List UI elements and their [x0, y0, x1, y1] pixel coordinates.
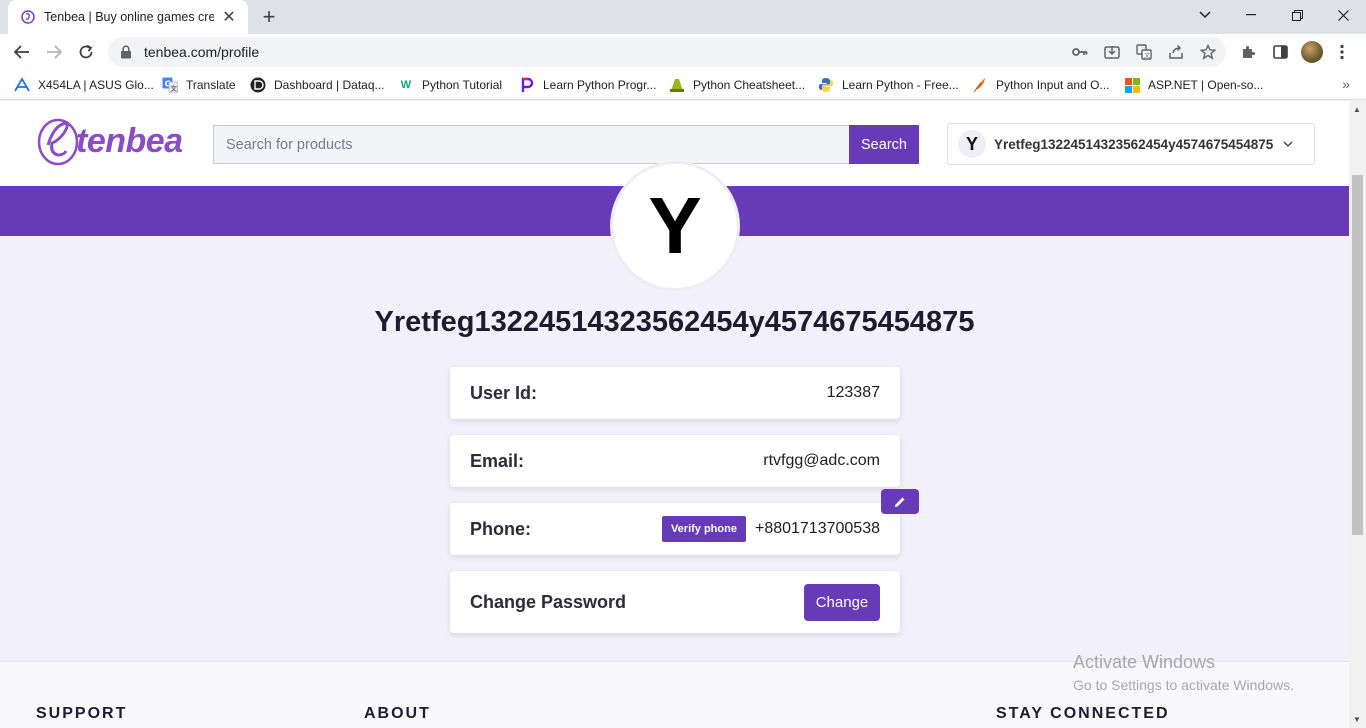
scrollbar-thumb[interactable] — [1352, 175, 1363, 535]
reload-icon[interactable] — [72, 38, 100, 66]
key-icon[interactable] — [1070, 42, 1090, 62]
bookmark-item[interactable]: Learn Python Progr... — [519, 76, 656, 94]
bookmark-label: Dashboard | Dataq... — [274, 78, 385, 92]
programiz-icon — [519, 77, 535, 93]
verify-phone-button[interactable]: Verify phone — [661, 516, 746, 542]
cheatsheet-icon — [669, 77, 685, 93]
email-label: Email: — [470, 450, 525, 471]
back-icon[interactable] — [8, 38, 36, 66]
footer-support-heading: SUPPORT — [36, 705, 128, 722]
bookmark-label: Python Input and O... — [996, 78, 1110, 92]
bookmark-item[interactable]: Dashboard | Dataq... — [250, 76, 385, 94]
footer-stay-connected-heading: STAY CONNECTED — [996, 705, 1170, 722]
w3schools-icon: W — [400, 79, 412, 91]
phone-label: Phone: — [470, 518, 531, 539]
account-name: Yretfeg13224514323562454y4574675454875 — [994, 136, 1274, 152]
bookmark-item[interactable]: W Python Tutorial — [398, 76, 502, 94]
browser-profile-avatar[interactable] — [1301, 41, 1323, 63]
page-scrollbar[interactable]: ▲ ▼ — [1349, 101, 1366, 728]
bookmarks-bar: X454LA | ASUS Glo... G文 Translate Dashbo… — [0, 70, 1366, 100]
activate-windows-watermark: Activate Windows Go to Settings to activ… — [1073, 652, 1294, 693]
scroll-down-icon[interactable]: ▼ — [1353, 715, 1361, 724]
translate-page-icon[interactable]: 文 — [1134, 42, 1154, 62]
chevron-down-icon — [1283, 138, 1293, 150]
tab-close-icon[interactable]: ✕ — [220, 8, 238, 26]
address-bar[interactable]: tenbea.com/profile 文 — [108, 37, 1226, 67]
page-viewport: tenbea Search Y Yretfeg13224514323562454… — [0, 101, 1349, 728]
minimize-icon[interactable] — [1228, 0, 1274, 30]
footer-about-heading: ABOUT — [364, 705, 431, 722]
bookmark-label: Python Cheatsheet... — [693, 78, 806, 92]
more-bookmarks-icon[interactable]: » — [1342, 76, 1350, 92]
bookmark-item[interactable]: Python Input and O... — [972, 76, 1109, 94]
bookmark-item[interactable]: ASP.NET | Open-so... — [1124, 76, 1263, 94]
browser-toolbar: tenbea.com/profile 文 — [0, 34, 1366, 70]
account-dropdown[interactable]: Y Yretfeg13224514323562454y4574675454875 — [947, 123, 1315, 165]
browser-tab-bar: Tenbea | Buy online games credit ✕ + — [0, 0, 1366, 34]
bookmark-label: X454LA | ASUS Glo... — [38, 78, 154, 92]
svg-text:文: 文 — [170, 84, 178, 93]
edit-phone-button[interactable] — [881, 489, 919, 514]
change-password-card: Change Password Change — [450, 571, 900, 633]
tab-title: Tenbea | Buy online games credit — [44, 10, 214, 24]
translate-icon: G文 — [162, 77, 178, 93]
install-app-icon[interactable] — [1102, 42, 1122, 62]
watermark-title: Activate Windows — [1073, 652, 1216, 672]
python-icon — [818, 77, 834, 93]
new-tab-icon[interactable]: + — [258, 6, 280, 28]
browser-menu-icon[interactable] — [1330, 40, 1354, 64]
search-bar: Search — [213, 125, 919, 164]
bookmark-label: Learn Python - Free... — [842, 78, 959, 92]
phone-card: Phone: Verify phone +8801713700538 — [450, 503, 900, 555]
asus-icon — [14, 77, 30, 93]
restore-icon[interactable] — [1274, 0, 1320, 30]
feather-icon — [972, 77, 988, 93]
change-password-label: Change Password — [470, 591, 627, 612]
url-text: tenbea.com/profile — [144, 44, 260, 60]
svg-text:文: 文 — [1144, 52, 1150, 60]
bookmark-label: Translate — [186, 78, 236, 92]
change-password-button[interactable]: Change — [804, 583, 880, 621]
share-icon[interactable] — [1166, 42, 1186, 62]
user-id-card: User Id: 123387 — [450, 367, 900, 419]
phone-value: +8801713700538 — [754, 520, 880, 537]
tenbea-favicon-icon — [20, 9, 36, 25]
account-avatar: Y — [958, 130, 986, 158]
tab-search-chevron-icon[interactable] — [1182, 0, 1228, 30]
logo-text: tenbea — [76, 121, 183, 160]
microsoft-icon — [1124, 77, 1140, 93]
extensions-icon[interactable] — [1236, 40, 1260, 64]
bookmark-item[interactable]: Python Cheatsheet... — [669, 76, 805, 94]
user-id-value: 123387 — [826, 384, 880, 401]
bookmark-item[interactable]: G文 Translate — [162, 76, 236, 94]
bookmark-item[interactable]: X454LA | ASUS Glo... — [14, 76, 154, 94]
bookmark-star-icon[interactable] — [1198, 42, 1218, 62]
profile-name: Yretfeg13224514323562454y4574675454875 — [374, 306, 975, 338]
tenbea-logo[interactable]: tenbea — [36, 113, 183, 169]
search-input[interactable] — [213, 125, 849, 164]
lock-icon[interactable] — [120, 45, 134, 59]
bookmark-label: Python Tutorial — [422, 78, 503, 92]
side-panel-icon[interactable] — [1268, 40, 1292, 64]
scroll-up-icon[interactable]: ▲ — [1353, 105, 1361, 114]
watermark-subtitle: Go to Settings to activate Windows. — [1073, 677, 1294, 693]
close-window-icon[interactable] — [1320, 0, 1366, 30]
tenbea-logo-icon — [37, 118, 79, 166]
bookmark-label: ASP.NET | Open-so... — [1148, 78, 1264, 92]
bookmark-item[interactable]: Learn Python - Free... — [818, 76, 959, 94]
search-button[interactable]: Search — [849, 125, 919, 164]
profile-avatar: Y — [610, 161, 740, 291]
email-value: rtvfgg@adc.com — [763, 452, 880, 469]
pencil-icon — [895, 497, 905, 507]
forward-icon[interactable] — [40, 38, 68, 66]
bookmark-label: Learn Python Progr... — [543, 78, 657, 92]
user-id-label: User Id: — [470, 382, 538, 403]
email-card: Email: rtvfgg@adc.com — [450, 435, 900, 487]
browser-tab[interactable]: Tenbea | Buy online games credit ✕ — [8, 0, 248, 34]
dataquest-icon — [250, 77, 266, 93]
